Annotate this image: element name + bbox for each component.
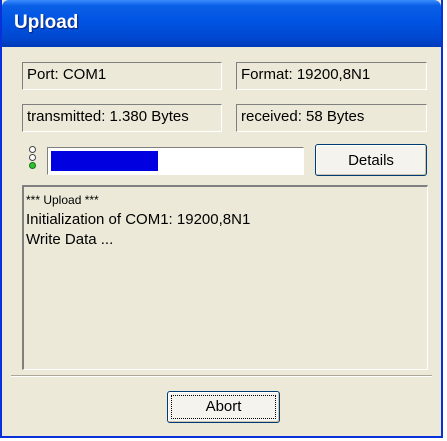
- abort-button[interactable]: Abort: [167, 391, 280, 423]
- log-output[interactable]: *** Upload *** Initialization of COM1: 1…: [22, 185, 428, 370]
- window-title: Upload: [14, 12, 79, 33]
- details-button[interactable]: Details: [315, 144, 427, 176]
- title-bar[interactable]: Upload: [2, 0, 441, 47]
- log-line: *** Upload ***: [26, 193, 99, 207]
- format-field: Format: 19200,8N1: [236, 62, 427, 90]
- log-line: Initialization of COM1: 19200,8N1: [26, 211, 251, 228]
- progress-fill: [51, 151, 159, 171]
- log-line: Write Data ...: [26, 231, 114, 248]
- transmitted-field: transmitted: 1.380 Bytes: [22, 104, 222, 132]
- received-field: received: 58 Bytes: [236, 104, 427, 132]
- led-indicator-icon: [29, 154, 36, 161]
- led-indicator-icon: [29, 146, 36, 153]
- details-button-label: Details: [348, 151, 394, 169]
- status-leds: [29, 146, 37, 170]
- led-indicator-active-icon: [29, 162, 36, 169]
- upload-progress-bar: [47, 147, 304, 175]
- abort-button-label: Abort: [205, 398, 242, 415]
- port-field: Port: COM1: [22, 62, 222, 90]
- upload-dialog: Upload Port: COM1 Format: 19200,8N1 tran…: [0, 0, 443, 438]
- separator: [11, 375, 432, 377]
